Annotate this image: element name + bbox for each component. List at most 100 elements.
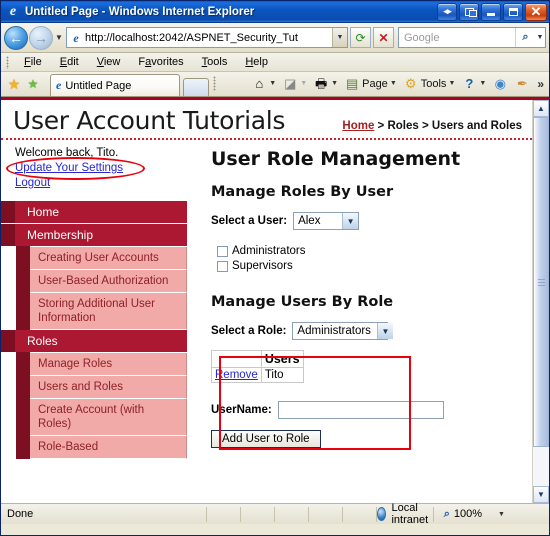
breadcrumb-home-link[interactable]: Home (342, 120, 374, 132)
scroll-down-button[interactable]: ▼ (533, 486, 549, 503)
role-select[interactable]: Administrators ▼ (292, 322, 393, 340)
menu-tools[interactable]: Tools (193, 56, 237, 68)
scroll-up-button[interactable]: ▲ (533, 100, 549, 117)
restore-button[interactable] (459, 2, 479, 21)
table-row: Remove Tito (211, 367, 304, 383)
intranet-icon (377, 507, 387, 521)
search-input[interactable]: Google ⌕ ▼ (398, 27, 546, 48)
status-pane-2 (240, 506, 274, 522)
sidebar-item-home[interactable]: Home (1, 201, 187, 224)
security-zone[interactable]: Local intranet (376, 502, 433, 526)
site-header: User Account Tutorials Home > Roles > Us… (1, 100, 532, 140)
manage-roles-by-user-heading: Manage Roles By User (211, 184, 394, 200)
sidebar-item-manage-roles[interactable]: Manage Roles (16, 352, 187, 376)
chevron-down-icon[interactable]: ▼ (342, 213, 359, 229)
breadcrumb: Home > Roles > Users and Roles (342, 120, 522, 135)
messenger-button[interactable]: ◉ (489, 76, 511, 92)
page-menu-button[interactable]: ▤ Page ▼ (341, 76, 400, 92)
recent-pages-dropdown-icon[interactable]: ▼ (53, 33, 65, 42)
sidebar-item-user-based-authorization[interactable]: User-Based Authorization (16, 269, 187, 293)
menu-favorites[interactable]: Favorites (129, 56, 192, 68)
zoom-control[interactable]: ⌕ 100% ▼ (432, 506, 549, 522)
print-caret-icon[interactable]: ▼ (331, 80, 338, 87)
remove-link[interactable]: Remove (215, 369, 258, 381)
page-menu-label: Page (362, 77, 388, 90)
search-icon[interactable]: ⌕ (515, 28, 535, 47)
home-button[interactable]: ⌂ ▼ (248, 76, 279, 92)
favorites-center-icon[interactable]: ★ (7, 77, 21, 91)
stop-button[interactable]: ✕ (373, 27, 394, 48)
remove-cell: Remove (211, 367, 262, 383)
browser-tab[interactable]: e Untitled Page (50, 74, 180, 96)
username-input[interactable] (277, 401, 444, 419)
minimize-button[interactable] (481, 2, 501, 21)
tools-menu-button[interactable]: ⚙ Tools ▼ (400, 76, 459, 92)
address-url-text: http://localhost:2042/ASPNET_Security_Tu… (85, 31, 298, 44)
menu-view[interactable]: View (88, 56, 130, 68)
tab-bar: ★ ★ e Untitled Page ⌂ ▼ ◪ ▼ 🖶 ▼ ▤ Page ▼… (1, 72, 549, 97)
maximize-button[interactable] (503, 2, 523, 21)
welcome-message: Welcome back, Tito. (15, 147, 119, 159)
status-bar: Done Local intranet ⌕ 100% ▼ (1, 502, 549, 526)
title-bar: e Untitled Page - Windows Internet Explo… (1, 1, 549, 23)
page-caret-icon[interactable]: ▼ (390, 80, 397, 87)
dual-window-button[interactable]: ◂▸ (437, 2, 457, 21)
checkbox-icon[interactable] (217, 261, 228, 272)
research-button[interactable]: ✒ (511, 76, 533, 92)
vertical-scrollbar[interactable]: ▲ ▼ (532, 100, 549, 503)
scroll-thumb[interactable] (533, 117, 549, 447)
tools-caret-icon[interactable]: ▼ (448, 80, 455, 87)
menu-help[interactable]: Help (236, 56, 277, 68)
sidebar-item-users-and-roles[interactable]: Users and Roles (16, 375, 187, 399)
search-provider-dropdown-icon[interactable]: ▼ (535, 34, 545, 41)
sidebar-item-storing-additional-user-information[interactable]: Storing Additional User Information (16, 292, 187, 330)
logout-link[interactable]: Logout (15, 177, 50, 189)
home-caret-icon[interactable]: ▼ (269, 80, 276, 87)
content-columns: Welcome back, Tito. Update Your Settings… (1, 140, 532, 459)
menu-edit[interactable]: Edit (51, 56, 88, 68)
sidebar-item-create-account-with-roles[interactable]: Create Account (with Roles) (16, 398, 187, 436)
command-overflow-icon[interactable]: » (533, 77, 546, 91)
select-user-row: Select a User: Alex ▼ (211, 212, 522, 230)
printer-icon: 🖶 (315, 76, 328, 91)
web-page: User Account Tutorials Home > Roles > Us… (1, 100, 532, 503)
search-placeholder: Google (404, 31, 440, 44)
favorites-buttons: ★ ★ (5, 71, 44, 96)
address-input[interactable]: e http://localhost:2042/ASPNET_Security_… (66, 27, 348, 48)
add-favorite-icon[interactable]: ★ (26, 77, 40, 91)
sidebar-item-roles[interactable]: Roles (1, 330, 187, 353)
feeds-button[interactable]: ◪ ▼ (279, 76, 310, 92)
sidebar-item-membership[interactable]: Membership (1, 224, 187, 247)
update-settings-link[interactable]: Update Your Settings (15, 162, 123, 174)
checkbox-supervisors[interactable]: Supervisors (217, 259, 522, 274)
zoom-caret-icon[interactable]: ▼ (498, 511, 505, 518)
back-button[interactable]: ← (4, 25, 28, 50)
users-in-role-table: Users Remove Tito (211, 350, 304, 383)
page-icon: ▤ (345, 76, 359, 91)
tab-favicon-icon: e (56, 78, 62, 92)
username-row: UserName: (211, 401, 522, 419)
help-caret-icon[interactable]: ▼ (479, 80, 486, 87)
chevron-down-icon[interactable]: ▼ (376, 323, 393, 339)
checkbox-administrators[interactable]: Administrators (217, 244, 522, 259)
add-user-to-role-button[interactable]: Add User to Role (211, 430, 321, 448)
help-menu-button[interactable]: ? ▼ (458, 76, 489, 92)
print-button[interactable]: 🖶 ▼ (310, 76, 341, 92)
sidebar-item-role-based[interactable]: Role-Based (16, 435, 187, 459)
checkbox-icon[interactable] (217, 246, 228, 257)
menu-file[interactable]: File (15, 56, 51, 68)
magnifier-icon: ⌕ (443, 507, 450, 520)
rss-feed-icon: ◪ (284, 76, 297, 91)
refresh-button[interactable]: ⟳ (350, 27, 371, 48)
scroll-track[interactable] (533, 117, 549, 486)
close-button[interactable]: ✕ (525, 2, 547, 21)
user-select[interactable]: Alex ▼ (293, 212, 360, 230)
checkbox-supervisors-label: Supervisors (232, 260, 293, 272)
forward-button[interactable]: → (29, 25, 53, 50)
user-select-value: Alex (298, 215, 321, 227)
new-tab-button[interactable] (183, 78, 209, 96)
address-dropdown-icon[interactable]: ▼ (332, 28, 347, 47)
sidebar-item-creating-user-accounts[interactable]: Creating User Accounts (16, 246, 187, 270)
username-cell: Tito (260, 367, 304, 383)
breadcrumb-rest: > Roles > Users and Roles (374, 120, 522, 132)
